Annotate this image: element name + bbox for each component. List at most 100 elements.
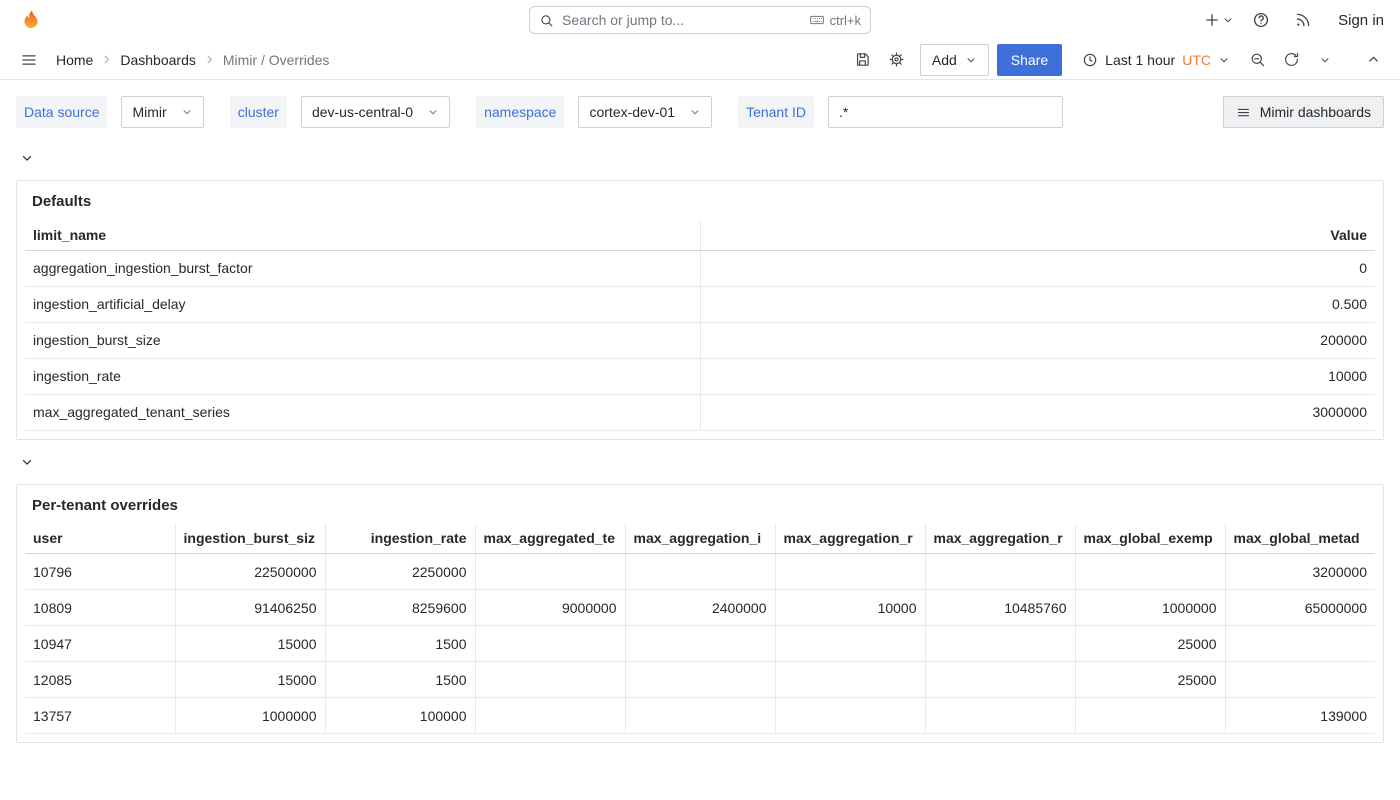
value-cell: 0 [700,250,1375,286]
datasource-label: Data source [16,96,107,128]
value-cell [625,626,775,662]
value-cell: 200000 [700,322,1375,358]
zoom-out-icon [1249,51,1266,68]
value-cell [925,554,1075,590]
value-cell: 100000 [325,698,475,734]
table-row: 13757 1000000 100000 139000 [25,698,1375,734]
value-cell: 2250000 [325,554,475,590]
value-cell: 10485760 [925,590,1075,626]
column-header[interactable]: user [25,524,175,554]
value-cell [475,554,625,590]
chevron-up-icon [1366,52,1381,67]
value-cell: 3200000 [1225,554,1375,590]
menu-icon [20,51,38,69]
sign-in-link[interactable]: Sign in [1338,12,1384,29]
table-row: ingestion_burst_size 200000 [25,322,1375,358]
time-range-label: Last 1 hour [1105,52,1175,68]
dashboard-row-toggle[interactable] [20,148,34,168]
chevron-down-icon [20,455,34,469]
panel-title[interactable]: Per-tenant overrides [32,497,178,514]
limit-name-cell: ingestion_artificial_delay [25,286,700,322]
value-cell: 10000 [775,590,925,626]
breadcrumb-dashboards[interactable]: Dashboards [120,52,196,68]
datasource-select[interactable]: Mimir [121,96,203,128]
cluster-value: dev-us-central-0 [312,104,413,120]
value-cell [625,698,775,734]
dashboard-row-toggle[interactable] [20,452,34,472]
collapse-controls-button[interactable] [1358,45,1388,75]
mimir-dashboards-button[interactable]: Mimir dashboards [1223,96,1384,128]
value-cell [625,662,775,698]
column-header[interactable]: max_global_metad [1225,524,1375,554]
column-header[interactable]: ingestion_burst_siz [175,524,325,554]
dashboard-settings-button[interactable] [882,45,912,75]
cluster-select[interactable]: dev-us-central-0 [301,96,450,128]
column-header[interactable]: max_aggregation_r [775,524,925,554]
value-cell: 10000 [700,358,1375,394]
panel-title[interactable]: Defaults [32,193,91,210]
table-row: ingestion_artificial_delay 0.500 [25,286,1375,322]
search-input[interactable]: Search or jump to... ctrl+k [529,6,871,34]
help-button[interactable] [1246,5,1276,35]
value-cell: 1500 [325,626,475,662]
grafana-logo[interactable] [16,5,46,35]
namespace-select[interactable]: cortex-dev-01 [578,96,712,128]
breadcrumb: Home Dashboards Mimir / Overrides [56,52,329,68]
user-cell: 12085 [25,662,175,698]
user-cell: 10796 [25,554,175,590]
timezone-label: UTC [1182,52,1211,68]
column-header[interactable]: ingestion_rate [325,524,475,554]
refresh-interval-button[interactable] [1310,45,1340,75]
help-circle-icon [1252,11,1270,29]
variables-row: Data source Mimir cluster dev-us-central… [0,80,1400,144]
column-header[interactable]: max_global_exemp [1075,524,1225,554]
column-header[interactable]: max_aggregated_te [475,524,625,554]
table-header-row: limit_name Value [25,220,1375,250]
namespace-filter: namespace cortex-dev-01 [476,96,712,128]
time-range-picker[interactable]: Last 1 hour UTC [1074,44,1238,76]
limit-name-cell: ingestion_burst_size [25,322,700,358]
dashboard-actions: Add Share Last 1 hour UTC [848,44,1388,76]
mega-menu-button[interactable] [14,45,44,75]
value-cell [475,698,625,734]
breadcrumb-current: Mimir / Overrides [223,52,330,68]
chevron-down-icon [1319,54,1331,66]
value-cell: 3000000 [700,394,1375,430]
column-header[interactable]: max_aggregation_r [925,524,1075,554]
namespace-label: namespace [476,96,564,128]
search-icon [539,13,554,28]
share-button[interactable]: Share [997,44,1062,76]
topbar-actions: Sign in [1203,5,1384,35]
value-cell [1075,554,1225,590]
defaults-table: limit_name Value aggregation_ingestion_b… [25,220,1375,431]
grafana-flame-icon [20,9,42,31]
user-cell: 13757 [25,698,175,734]
column-header[interactable]: limit_name [25,220,700,250]
add-label: Add [932,52,957,68]
plus-icon [1203,11,1221,29]
value-cell [925,698,1075,734]
defaults-panel: Defaults limit_name Value aggregation_in… [16,180,1384,440]
refresh-button[interactable] [1276,45,1306,75]
add-panel-button[interactable]: Add [920,44,989,76]
value-cell: 1500 [325,662,475,698]
namespace-value: cortex-dev-01 [589,104,675,120]
save-dashboard-button[interactable] [848,45,878,75]
column-header[interactable]: Value [700,220,1375,250]
new-menu-button[interactable] [1203,11,1234,29]
tenant-id-input[interactable] [828,96,1063,128]
per-tenant-overrides-panel: Per-tenant overrides user ingestion_burs… [16,484,1384,744]
value-cell [475,662,625,698]
search-shortcut: ctrl+k [809,12,861,28]
zoom-out-time-button[interactable] [1242,45,1272,75]
value-cell [1225,626,1375,662]
chevron-down-icon [689,106,701,118]
breadcrumb-home[interactable]: Home [56,52,93,68]
chevron-down-icon [427,106,439,118]
shortcut-label: ctrl+k [830,13,861,28]
table-header-row: user ingestion_burst_siz ingestion_rate … [25,524,1375,554]
column-header[interactable]: max_aggregation_i [625,524,775,554]
limit-name-cell: ingestion_rate [25,358,700,394]
news-button[interactable] [1288,5,1318,35]
rss-icon [1294,11,1312,29]
